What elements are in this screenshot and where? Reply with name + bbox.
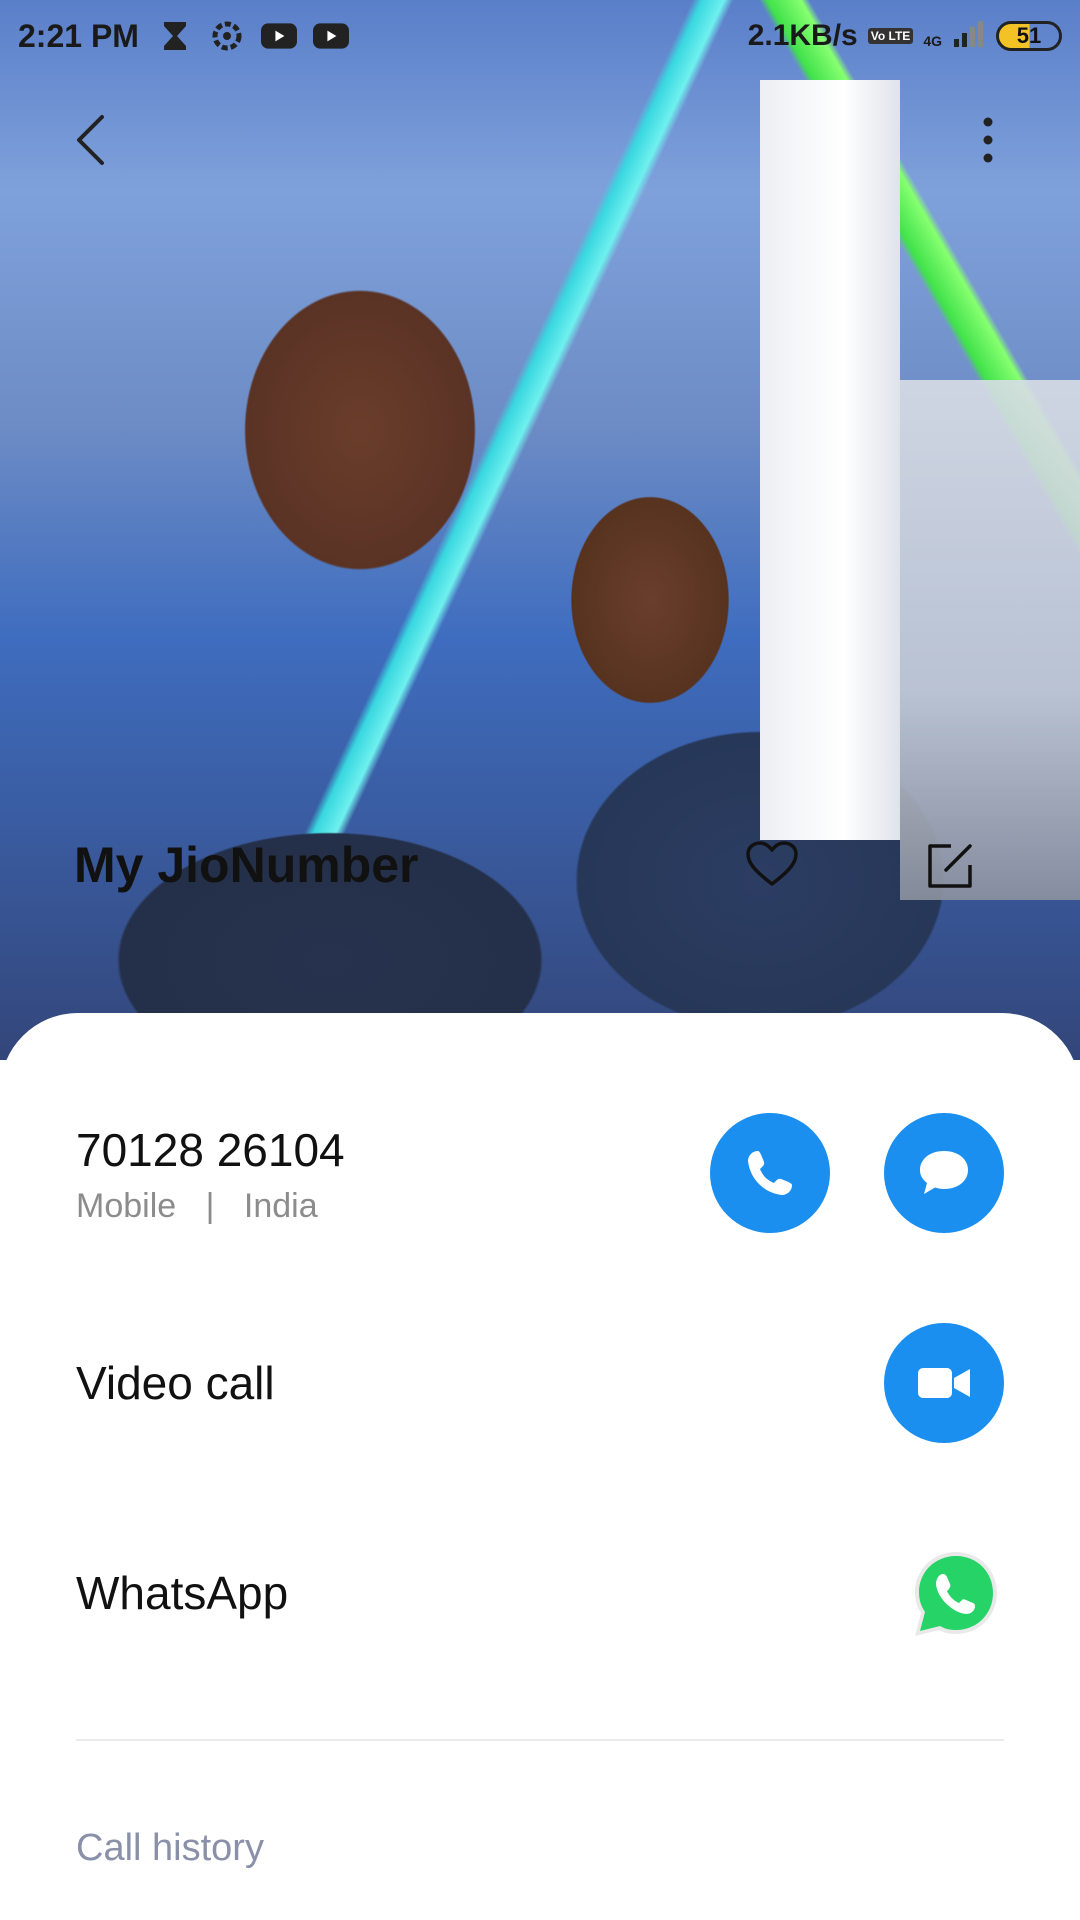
status-time: 2:21 PM <box>18 17 139 54</box>
call-button[interactable] <box>710 1113 830 1233</box>
contact-photo <box>0 0 1080 1060</box>
signal-icon <box>952 19 986 54</box>
network-speed: 2.1KB/s <box>747 19 858 52</box>
phone-number: 70128 26104 <box>76 1124 345 1176</box>
youtube-icon <box>312 21 349 51</box>
phone-icon <box>748 1151 792 1195</box>
heart-outline-icon <box>746 841 798 886</box>
hourglass-icon <box>157 21 193 51</box>
network-type: 4G <box>923 32 942 49</box>
battery-indicator: 51 <box>996 21 1062 51</box>
edit-icon <box>928 844 972 888</box>
favorite-button[interactable] <box>740 836 804 892</box>
whatsapp-button[interactable] <box>908 1546 1004 1642</box>
chat-bubble-icon <box>920 1151 968 1194</box>
phone-country: India <box>243 1187 318 1225</box>
video-call-label: Video call <box>76 1357 275 1409</box>
call-history-header: Call history <box>76 1827 264 1869</box>
edit-contact-button[interactable] <box>918 836 982 896</box>
contact-name: My JioNumber <box>74 837 419 893</box>
status-bar: 2:21 PM 2.1KB/s Vo LTE 4G 51 <box>0 0 1080 72</box>
whatsapp-row[interactable]: WhatsApp <box>76 1566 1004 1620</box>
video-camera-icon <box>918 1368 970 1398</box>
more-vertical-icon <box>983 117 993 163</box>
aperture-icon <box>209 21 245 51</box>
youtube-icon <box>260 21 297 51</box>
phone-meta: Mobile | India <box>76 1187 1004 1226</box>
phone-meta-separator: | <box>205 1187 215 1225</box>
chevron-left-icon <box>77 115 104 165</box>
contact-details-sheet: 70128 26104 Mobile | India Video call Wh… <box>0 1013 1080 1920</box>
video-call-button[interactable] <box>884 1323 1004 1443</box>
section-divider <box>76 1739 1004 1741</box>
message-button[interactable] <box>884 1113 1004 1233</box>
video-call-row[interactable]: Video call <box>76 1356 1004 1410</box>
phone-type: Mobile <box>76 1187 177 1225</box>
more-options-button[interactable] <box>960 108 1016 172</box>
whatsapp-label: WhatsApp <box>76 1567 289 1619</box>
phone-row[interactable]: 70128 26104 Mobile | India <box>76 1123 1004 1226</box>
back-button[interactable] <box>62 108 118 172</box>
volte-badge: Vo LTE <box>867 28 914 44</box>
whatsapp-icon <box>915 1552 997 1636</box>
battery-level: 51 <box>1016 23 1042 48</box>
